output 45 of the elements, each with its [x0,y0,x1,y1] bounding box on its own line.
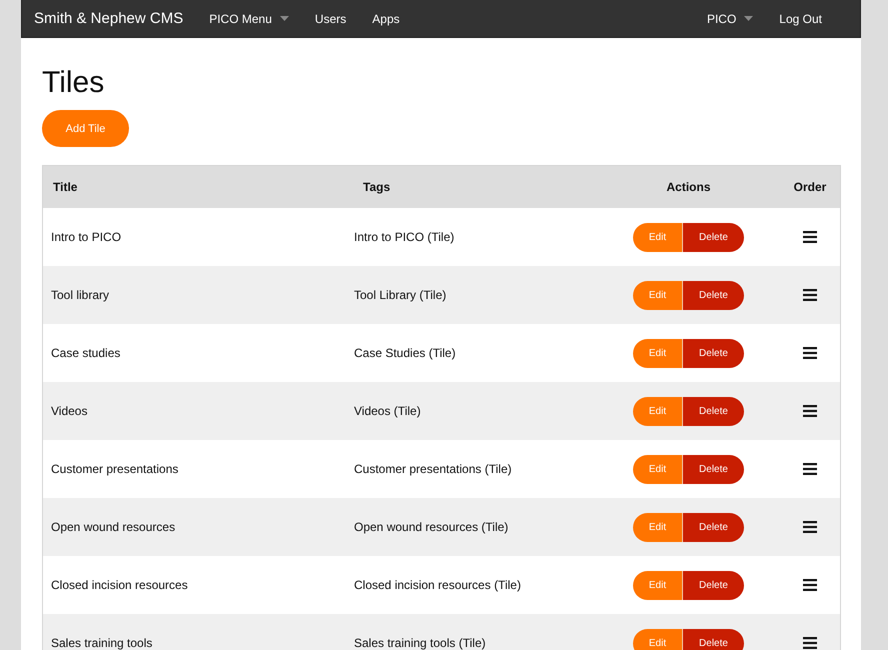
column-header: Tags [362,180,392,194]
table-cell-text: Case studies [50,346,122,360]
column-header: Actions [665,180,712,194]
nav-link[interactable]: Apps [372,12,400,26]
drag-handle-icon[interactable] [803,637,817,649]
table-cell-text: Videos (Tile) [353,404,422,418]
drag-handle-icon[interactable] [803,289,817,301]
nav-dropdown[interactable]: PICO [706,12,754,26]
table-cell-text: Sales training tools [50,636,154,650]
column-header: Title [52,180,78,194]
table-cell-text: Open wound resources (Tile) [353,520,510,534]
drag-handle-icon[interactable] [803,347,817,359]
delete-button[interactable]: Delete [683,338,744,368]
table-cell-text: Intro to PICO (Tile) [353,230,456,244]
nav-link[interactable]: Users [314,12,346,26]
drag-handle-icon[interactable] [803,405,817,417]
table-cell-text: Open wound resources [50,520,176,534]
table-cell-text: Intro to PICO [50,230,122,244]
table-cell-text: Closed incision resources [50,578,189,592]
delete-button[interactable]: Delete [683,628,744,650]
delete-button[interactable]: Delete [683,570,744,600]
table-cell-text: Sales training tools (Tile) [353,636,487,650]
table-cell-text: Case Studies (Tile) [353,346,457,360]
drag-handle-icon[interactable] [803,521,817,533]
drag-handle-icon[interactable] [803,579,817,591]
column-header: Order [792,180,828,194]
page-title: Tiles [42,66,106,100]
table-cell-text: Closed incision resources (Tile) [353,578,522,592]
table-cell-text: Tool Library (Tile) [353,288,448,302]
table-cell-text: Videos [50,404,88,418]
table-cell-text: Customer presentations [50,462,180,476]
delete-button[interactable]: Delete [683,396,744,426]
drag-handle-icon[interactable] [803,463,817,475]
table-cell-text: Customer presentations (Tile) [353,462,513,476]
delete-button[interactable]: Delete [683,280,744,310]
drag-handle-icon[interactable] [803,231,817,243]
nav-link[interactable]: Log Out [779,12,822,26]
brand-title[interactable]: Smith & Nephew CMS [34,10,184,27]
caret-icon [280,16,289,21]
caret-icon [744,16,754,21]
nav-dropdown[interactable]: PICO Menu [209,12,289,26]
delete-button[interactable]: Delete [683,512,744,542]
delete-button[interactable]: Delete [683,222,744,252]
table-cell-text: Tool library [50,288,110,302]
delete-button[interactable]: Delete [683,454,744,484]
